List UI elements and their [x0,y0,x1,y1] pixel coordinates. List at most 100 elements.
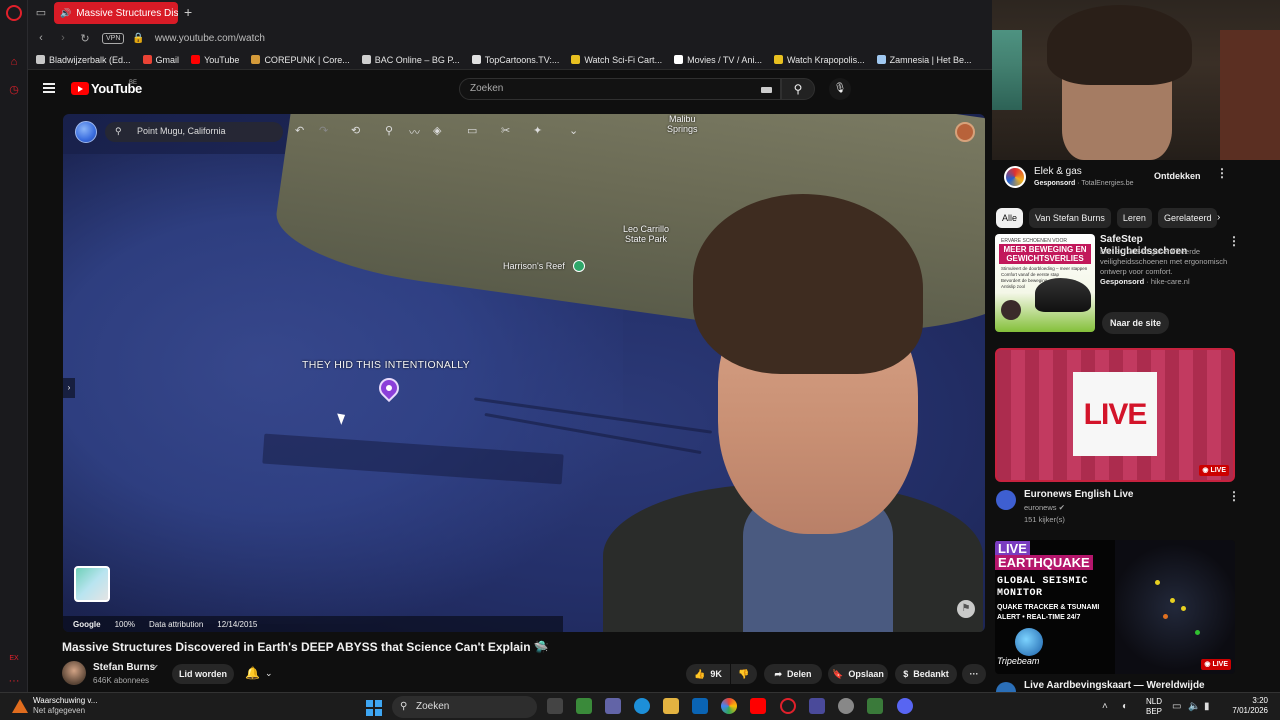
search-input[interactable]: Zoeken [459,78,781,100]
history-icon[interactable]: ⟲ [351,124,360,137]
network-icon[interactable]: ▭ [1172,701,1181,712]
safestep-ad-thumbnail[interactable]: ERVARE SCHOENEN VOOR MEER BEWEGING EN GE… [995,234,1095,332]
dislike-button[interactable]: 👎 [731,664,757,684]
opera-taskbar-icon[interactable] [780,698,796,714]
windows-start-icon[interactable] [366,700,382,716]
sparkle-icon[interactable]: ✦ [533,124,542,137]
ad-card-energy[interactable]: Elek & gas Gesponsord · TotalEnergies.be… [1004,164,1244,192]
chevron-down-icon[interactable]: ⌄ [569,124,578,137]
keyboard-icon[interactable] [761,87,772,93]
thanks-button[interactable]: $ Bedankt [895,664,957,684]
undo-icon[interactable]: ↶ [295,124,304,137]
bag-icon[interactable]: ⌂ [8,56,20,68]
euronews-thumbnail[interactable]: LIVE ◉ LIVE [995,348,1235,482]
like-button[interactable]: 👍 9K [686,664,730,684]
tray-app-icon[interactable]: ◐ [1122,701,1128,712]
settings-icon[interactable] [838,698,854,714]
bookmark-item[interactable]: TopCartoons.TV:... [471,55,559,65]
menu-icon[interactable] [43,83,55,93]
teams-icon[interactable] [605,698,621,714]
bookmark-item[interactable]: Watch Sci-Fi Cart... [571,55,662,65]
data-attribution-link[interactable]: Data attribution [149,620,203,629]
edge-icon[interactable] [634,698,650,714]
tab-active[interactable]: 🔊 Massive Structures Dis [54,2,178,24]
map-style-thumbnail[interactable] [74,566,110,602]
vpn-badge[interactable]: VPN [102,32,125,44]
redo-icon[interactable]: ↷ [319,124,328,137]
battery-icon[interactable]: ▮ [1204,701,1210,712]
pin-tool-icon[interactable]: ⚲ [385,124,393,137]
safestep-menu-icon[interactable]: ⋮ [1228,234,1240,248]
bell-icon[interactable]: 🔔 [245,666,260,680]
chip-gerelateerd[interactable]: Gerelateerd [1157,208,1218,228]
forward-icon[interactable]: › [54,32,72,44]
ruler-icon[interactable]: ▭ [467,124,477,137]
clock-time[interactable]: 3:20 [1224,696,1268,705]
ext-icon[interactable]: EX [8,653,20,665]
volume-icon[interactable]: 🔈 [1188,701,1200,712]
bookmark-item[interactable]: Watch Krapopolis... [773,55,865,65]
speaker-icon[interactable]: 🔊 [60,8,71,19]
layers-icon[interactable]: ◈ [433,124,441,137]
bookmark-item[interactable]: BAC Online – BG P... [361,55,460,65]
chip-van-stefan-burns[interactable]: Van Stefan Burns [1029,208,1111,228]
euronews-avatar[interactable] [996,490,1016,510]
join-button[interactable]: Lid worden [172,664,234,684]
outlook-icon[interactable] [692,698,708,714]
euronews-title[interactable]: Euronews English Live [1024,489,1133,501]
bookmark-item[interactable]: Movies / TV / Ani... [674,55,762,65]
more-actions-button[interactable]: ··· [962,664,986,684]
warning-title[interactable]: Waarschuwing v... [33,696,97,705]
earthquake-thumbnail[interactable]: LIVE EARTHQUAKE GLOBAL SEISMIC MONITOR Q… [995,540,1235,674]
bookmark-item[interactable]: Bladwijzerbalk (Ed... [36,55,131,65]
channel-name[interactable]: Stefan Burns [93,662,155,673]
taskbar-search[interactable]: ⚲ Zoeken [392,696,537,718]
lock-icon[interactable]: 🔒 [132,33,144,44]
youtube-app-icon[interactable] [750,698,766,714]
chip-alle[interactable]: Alle [996,208,1024,228]
clock-icon[interactable]: ◷ [8,84,20,96]
bookmark-item[interactable]: Gmail [142,55,179,65]
subscribe-chevron-icon[interactable]: ⌄ [265,668,273,679]
clock-date[interactable]: 7/01/2026 [1224,706,1268,715]
back-icon[interactable]: ‹ [32,32,50,44]
tray-chevron-icon[interactable]: ˄ [1102,701,1108,712]
ad-menu-icon[interactable]: ⋮ [1216,166,1228,180]
bookmark-item[interactable]: Zamnesia | Het Be... [876,55,972,65]
keyboard-layout[interactable]: BEP [1146,707,1162,716]
share-button[interactable]: ➦ Delen [764,664,822,684]
account-avatar[interactable] [955,122,975,142]
path-tool-icon[interactable]: 〰 [409,124,420,140]
discord-icon[interactable] [897,698,913,714]
reload-icon[interactable]: ↻ [76,32,94,45]
visit-site-button[interactable]: Naar de site [1102,312,1170,334]
tools-icon[interactable]: ✂ [501,124,510,137]
keyboard-language[interactable]: NLD [1146,697,1162,706]
chrome-icon[interactable] [721,698,737,714]
app-icon[interactable] [867,698,883,714]
search-button[interactable]: ⚲ [781,78,815,100]
new-tab-button[interactable]: + [184,5,192,19]
more-icon[interactable]: ··· [8,675,20,687]
reef-pin-icon[interactable] [573,260,585,272]
task-view-icon[interactable] [547,698,563,714]
google-earth-icon[interactable] [75,121,97,143]
channel-avatar[interactable] [62,661,86,685]
pegman-icon[interactable]: ⚑ [957,600,975,618]
bookmark-item[interactable]: COREPUNK | Core... [251,55,350,65]
mic-button[interactable]: 🎙 [829,78,851,100]
file-explorer-icon[interactable] [663,698,679,714]
save-button[interactable]: 🔖 Opslaan [828,664,888,684]
youtube-logo-icon[interactable] [71,82,89,95]
opera-logo-icon[interactable] [6,5,22,21]
earthquake-title[interactable]: Live Aardbevingskaart — Wereldwijde [1024,680,1205,691]
chips-next-icon[interactable]: › [1217,212,1220,223]
expand-panel-icon[interactable]: › [63,378,75,398]
discover-button[interactable]: Ontdekken [1154,171,1201,181]
url-field[interactable]: www.youtube.com/watch [155,33,265,44]
tab-menu-icon[interactable]: ▭ [34,6,48,20]
euronews-menu-icon[interactable]: ⋮ [1228,489,1240,503]
map-search-bar[interactable]: ⚲ Point Mugu, California [105,122,283,142]
calculator-icon[interactable] [809,698,825,714]
bookmark-item[interactable]: YouTube [191,55,239,65]
